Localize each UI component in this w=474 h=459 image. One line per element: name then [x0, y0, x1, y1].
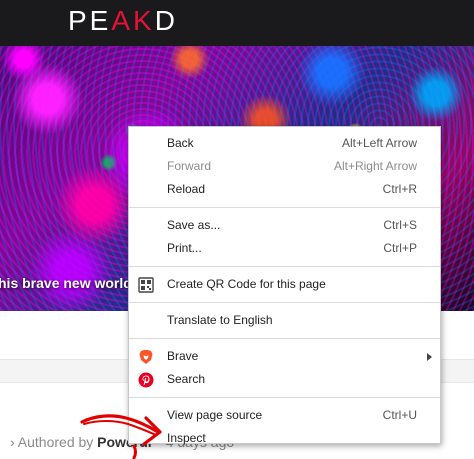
- menu-section-extensions: Brave Search: [129, 339, 440, 397]
- peakd-logo[interactable]: PEAKD: [68, 5, 178, 37]
- menu-section-translate: Translate to English: [129, 303, 440, 338]
- webpage: PEAKD his brave new world. › Authored by…: [0, 0, 474, 459]
- menu-item-label: Brave: [167, 349, 199, 363]
- menu-item-label: Reload: [167, 182, 206, 196]
- menu-item-shortcut: Alt+Right Arrow: [333, 159, 417, 173]
- menu-item-inspect[interactable]: Inspect: [129, 427, 440, 450]
- menu-item-label: Create QR Code for this page: [167, 277, 326, 291]
- menu-item-label: Forward: [167, 159, 212, 173]
- menu-section-save-print: Save as... Ctrl+S Print... Ctrl+P: [129, 208, 440, 266]
- menu-item-label: Save as...: [167, 218, 221, 232]
- cover-caption: his brave new world.: [0, 275, 136, 291]
- menu-item-label: Search: [167, 372, 206, 386]
- menu-item-translate[interactable]: Translate to English: [129, 309, 440, 332]
- menu-section-developer: View page source Ctrl+U Inspect: [129, 398, 440, 454]
- menu-section-qr: Create QR Code for this page: [129, 267, 440, 302]
- menu-item-shortcut: Ctrl+U: [382, 408, 417, 422]
- menu-item-brave[interactable]: Brave: [129, 345, 440, 368]
- submenu-arrow-icon: [427, 353, 432, 361]
- browser-context-menu: Back Alt+Left Arrow Forward Alt+Right Ar…: [128, 126, 441, 445]
- bullet-chevron-icon: ›: [10, 434, 18, 450]
- menu-item-view-page-source[interactable]: View page source Ctrl+U: [129, 404, 440, 427]
- menu-item-shortcut: Ctrl+S: [383, 218, 417, 232]
- menu-item-shortcut: Ctrl+P: [383, 241, 417, 255]
- menu-item-label: Inspect: [167, 431, 206, 445]
- menu-item-shortcut: Ctrl+R: [382, 182, 417, 196]
- logo-text-accent: AK: [111, 5, 155, 36]
- menu-item-forward[interactable]: Forward Alt+Right Arrow: [129, 155, 440, 178]
- menu-section-navigation: Back Alt+Left Arrow Forward Alt+Right Ar…: [129, 127, 440, 207]
- logo-text-prefix: PE: [68, 5, 112, 36]
- brave-lion-icon: [139, 350, 153, 364]
- menu-item-print[interactable]: Print... Ctrl+P: [129, 237, 440, 260]
- menu-item-create-qr-code[interactable]: Create QR Code for this page: [129, 273, 440, 296]
- pinterest-icon: [138, 372, 154, 388]
- menu-item-reload[interactable]: Reload Ctrl+R: [129, 178, 440, 201]
- menu-item-search[interactable]: Search: [129, 368, 440, 391]
- hand-drawn-red-arrow-icon: [80, 414, 162, 459]
- logo-text-suffix: D: [154, 5, 178, 36]
- qr-code-icon: [138, 277, 154, 293]
- menu-item-label: Print...: [167, 241, 202, 255]
- site-header: PEAKD: [0, 0, 474, 46]
- menu-item-label: Translate to English: [167, 313, 273, 327]
- menu-item-label: View page source: [167, 408, 263, 422]
- menu-item-save-as[interactable]: Save as... Ctrl+S: [129, 214, 440, 237]
- menu-item-back[interactable]: Back Alt+Left Arrow: [129, 132, 440, 155]
- menu-item-label: Back: [167, 136, 194, 150]
- menu-item-shortcut: Alt+Left Arrow: [341, 136, 417, 150]
